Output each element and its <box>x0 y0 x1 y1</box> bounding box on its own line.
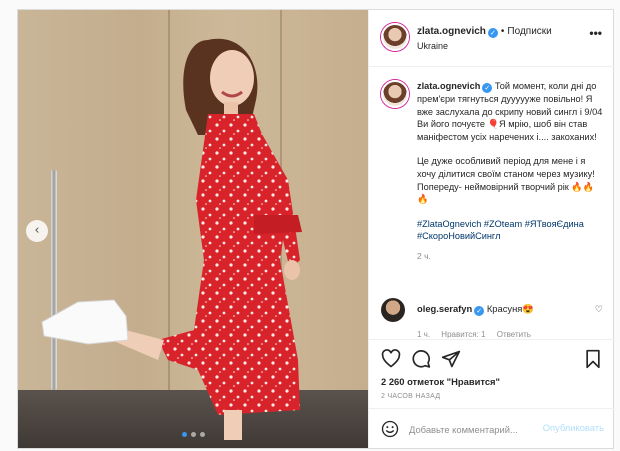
comment-text: Красуня😍 <box>486 303 535 314</box>
caption-avatar[interactable] <box>381 80 409 108</box>
likes-count[interactable]: 2 260 отметок "Нравится" <box>381 376 500 387</box>
carousel-dot <box>190 432 196 437</box>
commenter-username[interactable]: oleg.serafyn <box>417 303 472 314</box>
comment-like-icon[interactable]: ♡ <box>595 305 603 315</box>
separator-dot: • <box>500 26 505 37</box>
author-line: zlata.ognevich ✓ • Подписки <box>417 26 552 38</box>
commenter-avatar[interactable] <box>381 298 405 322</box>
comment-input[interactable] <box>409 420 549 438</box>
photo-subject <box>41 38 302 440</box>
caption-hashtags[interactable]: #ZlataOgnevich #ZOteam #ЯТвояЄдина #Скор… <box>417 218 603 243</box>
caption-paragraph: Це дуже особливий період для мене і я хо… <box>417 156 595 205</box>
carousel-indicator <box>18 432 368 437</box>
carousel-dot <box>199 432 205 437</box>
caption-time[interactable]: 2 ч. <box>417 250 603 263</box>
verified-badge-icon: ✓ <box>482 83 493 93</box>
follow-status-button[interactable]: Подписки <box>507 26 551 37</box>
post-caption: zlata.ognevich ✓ Той момент, коли дні до … <box>381 80 603 263</box>
page-background: ‹ zlata.ognevich ✓ • Подписки Ukraine ••• <box>0 0 620 451</box>
carousel-dot <box>181 432 187 437</box>
emoji-smiley-icon[interactable] <box>381 420 399 438</box>
carousel-prev-button[interactable]: ‹ <box>26 220 48 242</box>
comment-meta: 1 ч. Нравится: 1 Ответить <box>417 330 603 338</box>
post-side-panel: zlata.ognevich ✓ • Подписки Ukraine ••• zla… <box>368 10 614 448</box>
author-avatar[interactable] <box>381 23 409 51</box>
add-comment-bar: Опубликовать <box>369 408 614 448</box>
like-heart-icon[interactable] <box>381 349 401 369</box>
comments-area: zlata.ognevich ✓ Той момент, коли дні до … <box>369 68 614 338</box>
author-username[interactable]: zlata.ognevich <box>417 26 486 37</box>
post-location[interactable]: Ukraine <box>417 41 448 51</box>
post-media[interactable]: ‹ <box>18 10 368 448</box>
comment-likes[interactable]: Нравится: 1 <box>441 330 485 338</box>
share-direct-icon[interactable] <box>441 349 461 369</box>
post-actions-bar <box>369 339 614 376</box>
save-bookmark-icon[interactable] <box>583 349 603 369</box>
verified-badge-icon: ✓ <box>474 306 485 316</box>
caption-username[interactable]: zlata.ognevich <box>417 81 480 91</box>
comment-reply-button[interactable]: Ответить <box>497 330 531 338</box>
post-header: zlata.ognevich ✓ • Подписки Ukraine ••• <box>369 10 614 67</box>
verified-badge-icon: ✓ <box>487 28 498 38</box>
instagram-post: ‹ zlata.ognevich ✓ • Подписки Ukraine ••• <box>17 9 614 449</box>
publish-comment-button[interactable]: Опубликовать <box>543 422 604 433</box>
comment-time[interactable]: 1 ч. <box>417 330 430 338</box>
post-timestamp[interactable]: 2 ЧАСОВ НАЗАД <box>381 393 440 400</box>
more-options-icon[interactable]: ••• <box>589 26 602 40</box>
comment-item: oleg.serafyn ✓ Красуня😍 1 ч. Нравится: 1 … <box>381 298 603 338</box>
comment-bubble-icon[interactable] <box>411 349 431 369</box>
